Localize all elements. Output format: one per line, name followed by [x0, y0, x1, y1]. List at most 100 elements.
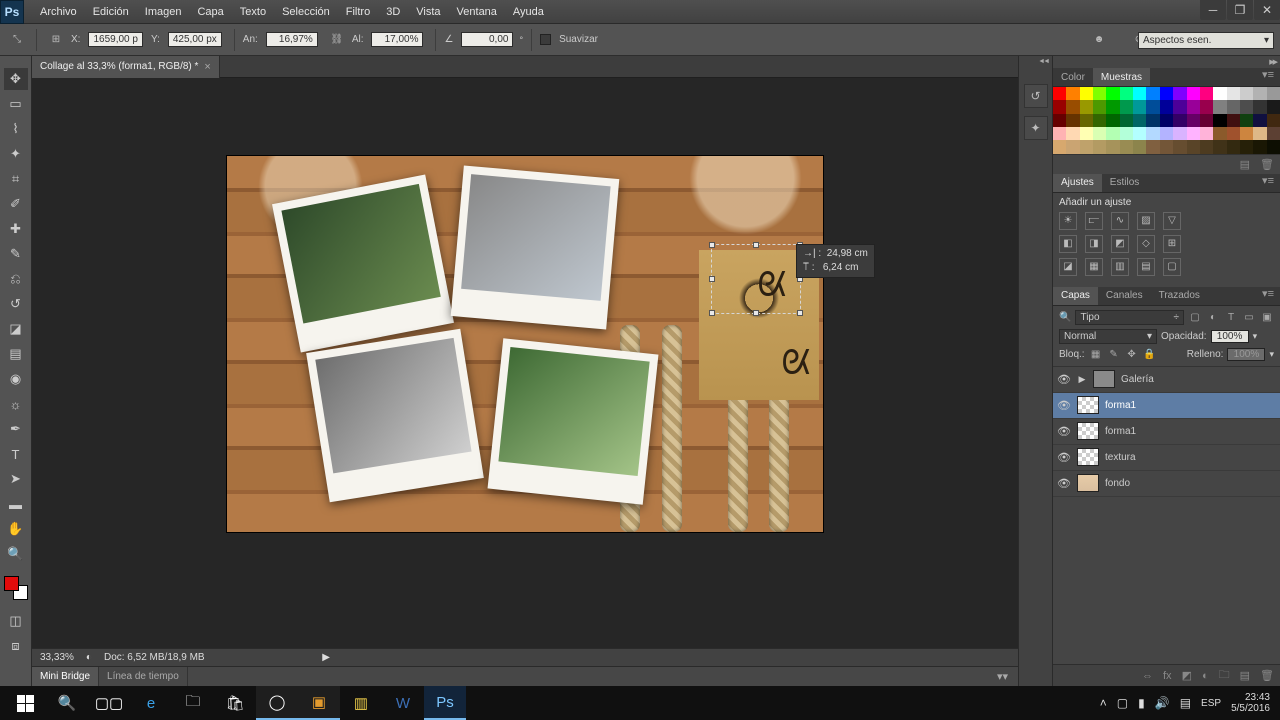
bw-adjust-icon[interactable]: ◨	[1085, 235, 1103, 253]
swatch[interactable]	[1120, 140, 1133, 153]
swatch[interactable]	[1133, 140, 1146, 153]
swatch[interactable]	[1146, 127, 1159, 140]
swatch[interactable]	[1093, 127, 1106, 140]
swatch[interactable]	[1187, 114, 1200, 127]
swatch[interactable]	[1080, 140, 1093, 153]
swatch[interactable]	[1173, 114, 1186, 127]
swatch[interactable]	[1146, 114, 1159, 127]
swatch[interactable]	[1093, 100, 1106, 113]
swatch[interactable]	[1066, 114, 1079, 127]
action-center-icon[interactable]: ▢	[1117, 696, 1128, 710]
swatch[interactable]	[1267, 114, 1280, 127]
warp-mode-icon[interactable]: ☻	[1088, 29, 1110, 51]
exposure-adjust-icon[interactable]: ▨	[1137, 212, 1155, 230]
network-icon[interactable]: ▤	[1180, 696, 1191, 710]
mini-bridge-tab[interactable]: Mini Bridge	[32, 667, 99, 686]
swatch[interactable]	[1253, 114, 1266, 127]
lasso-tool[interactable]: ⌇	[4, 118, 28, 140]
channel-mixer-icon[interactable]: ◇	[1137, 235, 1155, 253]
swatch[interactable]	[1187, 127, 1200, 140]
menu-edit[interactable]: Edición	[85, 0, 137, 24]
swatch[interactable]	[1133, 87, 1146, 100]
start-button[interactable]	[4, 686, 46, 720]
history-panel-icon[interactable]: ↺	[1024, 84, 1048, 108]
foreground-color-swatch[interactable]	[4, 576, 19, 591]
visibility-toggle[interactable]: 👁	[1057, 451, 1071, 464]
swatch[interactable]	[1106, 127, 1119, 140]
new-layer-icon[interactable]: ▤	[1240, 669, 1250, 682]
swatch[interactable]	[1160, 87, 1173, 100]
menu-filter[interactable]: Filtro	[338, 0, 378, 24]
layer-mask-icon[interactable]: ◩	[1182, 669, 1192, 682]
visibility-toggle[interactable]: 👁	[1057, 373, 1071, 386]
shape-tool[interactable]: ▬	[4, 493, 28, 515]
move-tool[interactable]: ✥	[4, 68, 28, 90]
filter-adjust-icon[interactable]: ◐	[1206, 310, 1220, 324]
menu-file[interactable]: Archivo	[32, 0, 85, 24]
path-selection-tool[interactable]: ➤	[4, 468, 28, 490]
antialias-checkbox[interactable]	[540, 34, 551, 45]
swatch[interactable]	[1160, 127, 1173, 140]
gradient-tool[interactable]: ▤	[4, 343, 28, 365]
width-field[interactable]: 16,97%	[266, 32, 318, 47]
swatch[interactable]	[1227, 127, 1240, 140]
reference-point-icon[interactable]: ⊞	[45, 29, 67, 51]
link-layers-icon[interactable]: ⇔	[1142, 670, 1153, 682]
adjustments-tab[interactable]: Ajustes	[1053, 174, 1102, 192]
delete-layer-icon[interactable]: 🗑	[1260, 669, 1274, 682]
swatch[interactable]	[1133, 127, 1146, 140]
swatch[interactable]	[1093, 140, 1106, 153]
explorer-taskbar-icon[interactable]: 🗀	[172, 686, 214, 720]
swatch[interactable]	[1227, 87, 1240, 100]
swatch[interactable]	[1253, 127, 1266, 140]
quick-mask-icon[interactable]: ◫	[4, 610, 28, 632]
battery-icon[interactable]: ▮	[1138, 696, 1145, 710]
swatch[interactable]	[1173, 87, 1186, 100]
lock-position-icon[interactable]: ✥	[1125, 348, 1139, 362]
styles-tab[interactable]: Estilos	[1102, 174, 1147, 192]
layers-tab[interactable]: Capas	[1053, 287, 1098, 305]
swatch[interactable]	[1213, 114, 1226, 127]
crop-tool[interactable]: ⌗	[4, 168, 28, 190]
swatch[interactable]	[1240, 100, 1253, 113]
posterize-icon[interactable]: ▦	[1085, 258, 1103, 276]
transform-tool-icon[interactable]: ⤡	[6, 29, 28, 51]
swatch[interactable]	[1146, 87, 1159, 100]
swatch[interactable]	[1200, 127, 1213, 140]
clone-stamp-tool[interactable]: ⎌	[4, 268, 28, 290]
swatch[interactable]	[1133, 114, 1146, 127]
swatch[interactable]	[1187, 100, 1200, 113]
task-view-button[interactable]: ▢▢	[88, 686, 130, 720]
language-indicator[interactable]: ESP	[1201, 698, 1221, 709]
curves-adjust-icon[interactable]: ∿	[1111, 212, 1129, 230]
minimize-button[interactable]: ─	[1200, 0, 1226, 20]
new-adjustment-layer-icon[interactable]: ◐	[1202, 670, 1209, 682]
gradient-map-icon[interactable]: ▤	[1137, 258, 1155, 276]
swatch[interactable]	[1253, 87, 1266, 100]
swatch[interactable]	[1240, 127, 1253, 140]
swatch[interactable]	[1053, 127, 1066, 140]
menu-text[interactable]: Texto	[232, 0, 274, 24]
workspace-switcher[interactable]: Aspectos esen.▾	[1132, 24, 1280, 56]
swatch[interactable]	[1240, 114, 1253, 127]
restore-button[interactable]: ❐	[1227, 0, 1253, 20]
swatch[interactable]	[1066, 87, 1079, 100]
tray-expand-icon[interactable]: ˄	[1100, 696, 1107, 710]
status-flyout-icon[interactable]: ▶	[322, 652, 330, 663]
swatch[interactable]	[1080, 127, 1093, 140]
transform-bounding-box[interactable]	[711, 244, 801, 314]
panel-menu-icon[interactable]: ▾≡	[1256, 174, 1280, 192]
swatch[interactable]	[1066, 100, 1079, 113]
eyedropper-tool[interactable]: ✐	[4, 193, 28, 215]
swatch[interactable]	[1160, 140, 1173, 153]
word-taskbar-icon[interactable]: W	[382, 686, 424, 720]
layer-style-icon[interactable]: fx	[1163, 670, 1172, 682]
zoom-tool[interactable]: 🔍	[4, 543, 28, 565]
swatch[interactable]	[1066, 127, 1079, 140]
swatch[interactable]	[1213, 100, 1226, 113]
swatches-grid[interactable]	[1053, 87, 1280, 154]
new-group-icon[interactable]: 🗀	[1219, 666, 1230, 685]
swatches-tab[interactable]: Muestras	[1093, 68, 1150, 86]
swatch[interactable]	[1173, 140, 1186, 153]
group-twirl-icon[interactable]: ▶	[1077, 374, 1087, 385]
